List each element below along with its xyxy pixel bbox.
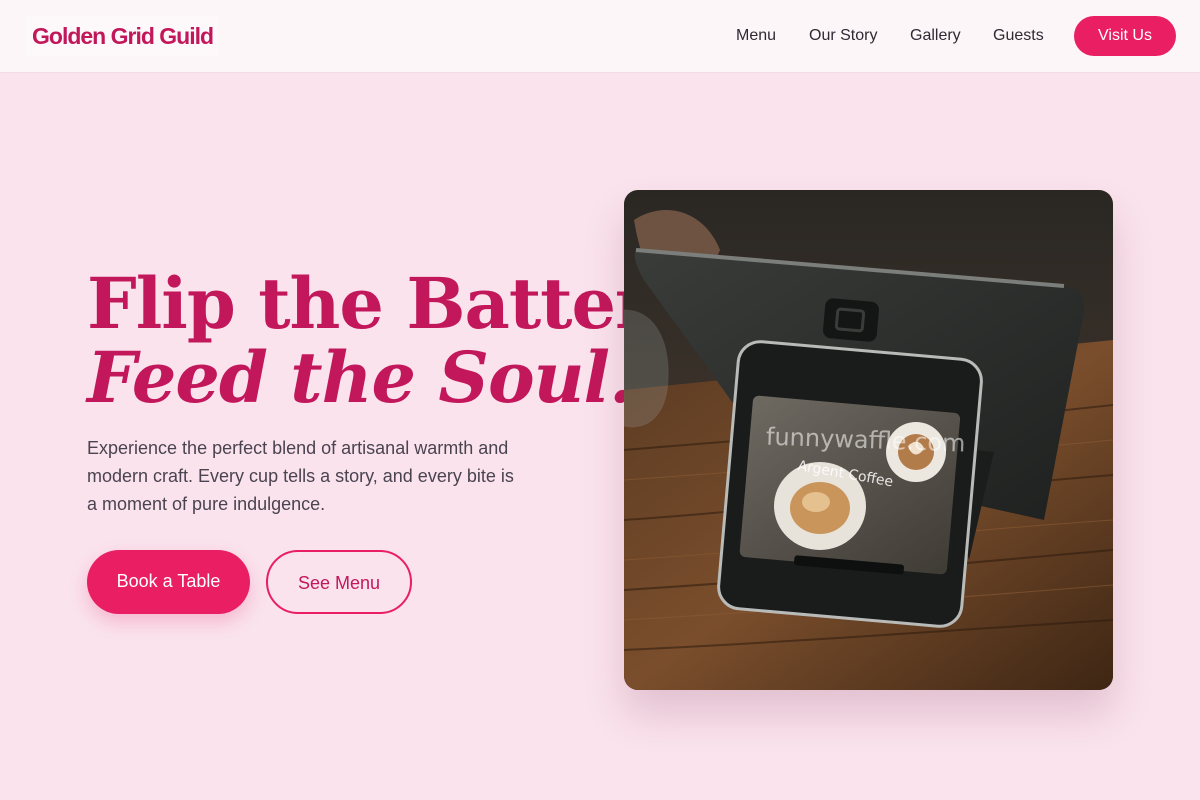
see-menu-button[interactable]: See Menu — [266, 550, 412, 614]
hero-photo-pos-terminal: funnywaffle.com Argent Coffee — [624, 190, 1113, 690]
hero-lead-text: Experience the perfect blend of artisana… — [87, 438, 514, 514]
site-header: Golden Grid Guild Menu Our Story Gallery… — [0, 0, 1200, 72]
brand-logo[interactable]: Golden Grid Guild — [26, 16, 220, 56]
nav-link-guests[interactable]: Guests — [993, 26, 1044, 46]
hero-headline: Flip the Batter, Feed the Soul. — [87, 262, 670, 419]
headline-line-1: Flip the Batter, — [87, 262, 670, 345]
visit-us-button[interactable]: Visit Us — [1074, 16, 1176, 56]
nav-link-gallery[interactable]: Gallery — [910, 26, 961, 46]
nav-link-menu[interactable]: Menu — [736, 26, 776, 46]
headline-line-2: Feed the Soul. — [87, 336, 634, 419]
nav-link-our-story[interactable]: Our Story — [809, 26, 877, 46]
book-table-button[interactable]: Book a Table — [87, 550, 250, 614]
